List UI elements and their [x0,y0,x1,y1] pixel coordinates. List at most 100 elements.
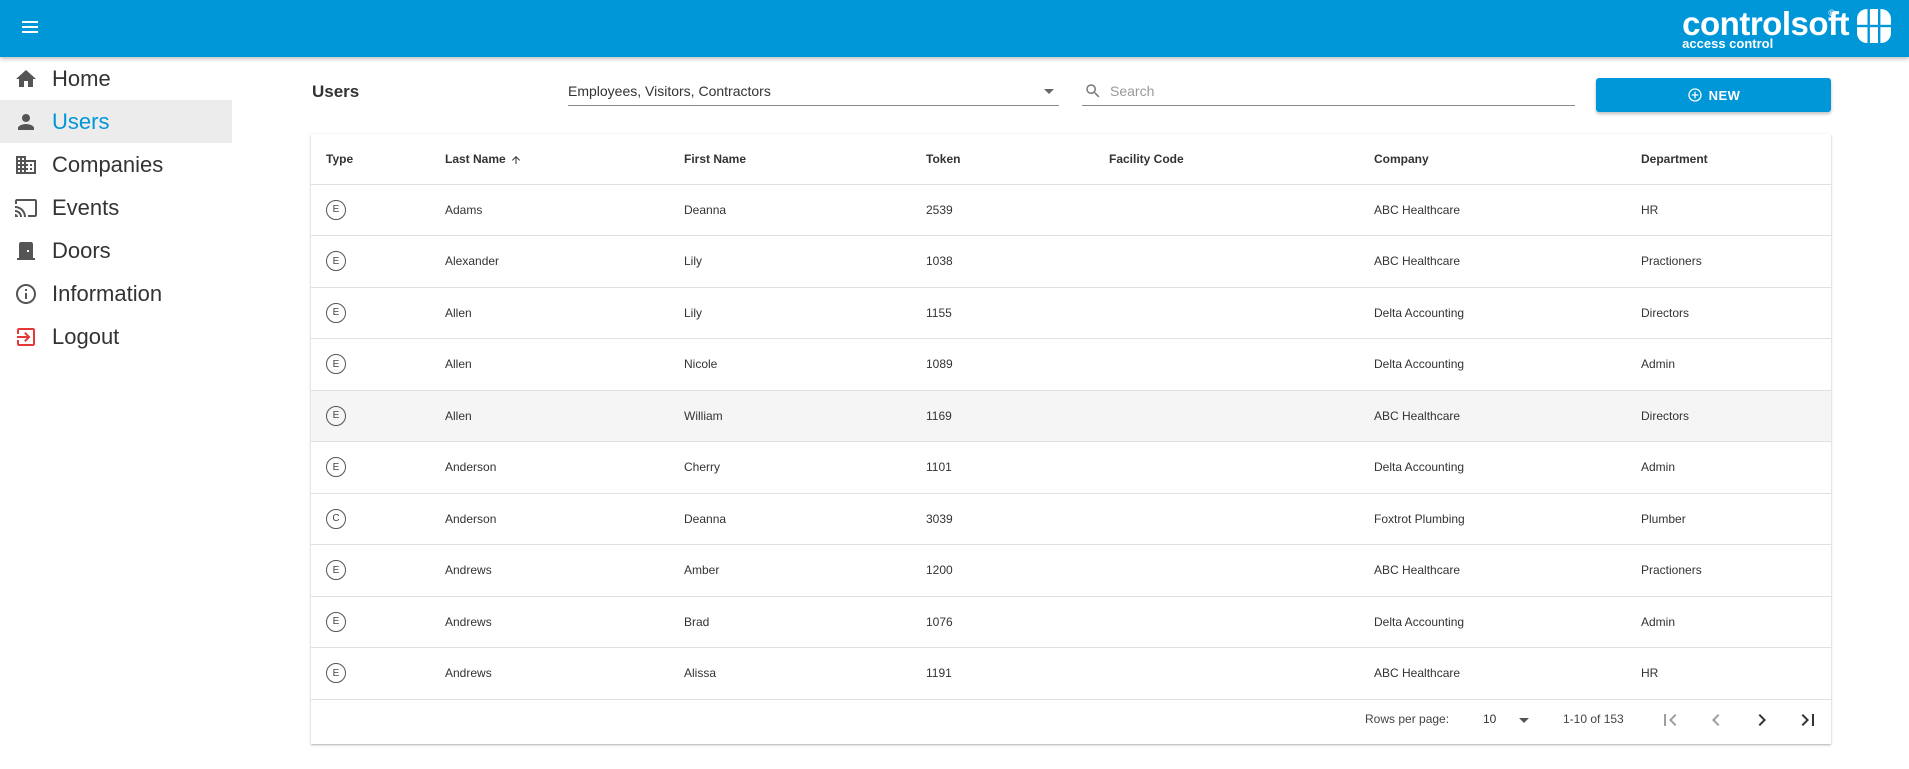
building-icon [16,156,36,174]
sidebar-item-label: Doors [52,237,111,263]
arrow-up-sort-icon [511,155,520,164]
logout-icon [17,328,35,346]
new-user-button[interactable]: NEW [1596,78,1831,112]
previous-page-button[interactable] [1704,708,1728,732]
brand-tagline: access control [1682,36,1774,51]
user-type-filter-select[interactable]: Employees, Visitors, Contractors [568,78,1059,106]
table-cell: 1076 [926,596,1109,648]
column-header-department[interactable]: Department [1641,134,1831,185]
table-cell: E [311,235,445,288]
type-badge: E [326,199,346,220]
table-cell: Delta Accounting [1374,287,1641,339]
top-app-bar: controlsoft access control ® [0,0,1909,57]
table-cell: Anderson [445,493,684,545]
home-icon [16,70,36,87]
sidebar-item-home[interactable]: Home [0,57,232,100]
cell-token: 1076 [926,614,953,629]
table-cell: 1191 [926,647,1109,700]
table-cell: E [311,338,445,391]
cell-department: Admin [1641,614,1676,629]
table-cell: Deanna [684,184,926,236]
table-cell: Plumber [1641,493,1831,545]
cell-first-name: Nicole [684,357,718,372]
filter-value: Employees, Visitors, Contractors [568,83,771,99]
column-header-token[interactable]: Token [926,134,1109,185]
table-row[interactable]: E Allen Lily 1155 Delta Accounting Directors [311,287,1831,339]
last-page-button[interactable] [1796,708,1820,732]
table-cell: Cherry [684,441,926,494]
rows-per-page-select[interactable]: 10 [1483,708,1531,730]
table-cell: Alissa [684,647,926,700]
table-row[interactable]: E Andrews Alissa 1191 ABC Healthcare HR [311,647,1831,700]
table-row[interactable]: E Andrews Brad 1076 Delta Accounting Admin [311,596,1831,648]
cell-company: Delta Accounting [1374,460,1465,475]
column-header-company[interactable]: Company [1374,134,1641,185]
cell-department: HR [1641,202,1659,217]
column-header-label: First Name [684,151,747,166]
cell-last-name: Andrews [445,563,492,578]
cell-department: Practioners [1641,563,1702,578]
sidebar-item-label: Logout [52,323,120,349]
table-cell: Admin [1641,441,1831,494]
type-badge: E [326,405,346,426]
users-table: Type Last Name First Name Token Facility… [311,134,1831,700]
sidebar-item-logout[interactable]: Logout [0,315,232,358]
table-cell [1109,390,1374,442]
table-row[interactable]: E Anderson Cherry 1101 Delta Accounting Admin [311,441,1831,494]
table-cell [1109,596,1374,648]
column-header-last-name[interactable]: Last Name [445,134,684,185]
next-page-button[interactable] [1750,708,1774,732]
table-cell: Andrews [445,544,684,597]
info-icon [16,284,36,304]
registered-mark: ® [1828,8,1835,18]
cell-first-name: Cherry [684,460,721,475]
page-title: Users [312,82,360,101]
table-row[interactable]: C Anderson Deanna 3039 Foxtrot Plumbing Plumb… [311,493,1831,545]
table-cell: E [311,390,445,442]
type-badge: E [326,302,346,323]
table-cell [1109,287,1374,339]
cell-department: Directors [1641,408,1690,423]
table-cell: ABC Healthcare [1374,390,1641,442]
cell-first-name: Brad [684,614,710,629]
cell-token: 1101 [926,460,952,475]
sidebar-item-users[interactable]: Users [0,100,232,143]
table-cell: Andrews [445,596,684,648]
pagination-range: 1-10 of 153 [1563,712,1624,726]
cell-last-name: Andrews [445,666,492,681]
rows-per-page-label: Rows per page: [1365,712,1450,726]
brand-logo: controlsoft access control ® [1682,6,1891,52]
first-page-button[interactable] [1658,708,1682,732]
cell-company: ABC Healthcare [1374,202,1461,217]
column-header-type[interactable]: Type [311,134,445,185]
first-page-icon [1664,714,1677,726]
table-row[interactable]: E Alexander Lily 1038 ABC Healthcare Praction… [311,235,1831,288]
table-row[interactable]: E Allen William 1169 ABC Healthcare Directors [311,390,1831,442]
table-cell: Delta Accounting [1374,596,1641,648]
cell-token: 1155 [926,305,952,320]
table-row[interactable]: E Andrews Amber 1200 ABC Healthcare Practione… [311,544,1831,597]
table-row[interactable]: E Allen Nicole 1089 Delta Accounting Admin [311,338,1831,391]
column-header-first-name[interactable]: First Name [684,134,926,185]
sidebar-item-events[interactable]: Events [0,186,232,229]
type-badge: E [326,611,346,632]
sidebar-item-information[interactable]: Information [0,272,232,315]
sidebar-item-companies[interactable]: Companies [0,143,232,186]
table-cell [1109,441,1374,494]
cell-department: Plumber [1641,511,1686,526]
sidebar-item-doors[interactable]: Doors [0,229,232,272]
cell-department: Directors [1641,305,1690,320]
chevron-down-icon [1519,718,1529,723]
cell-last-name: Allen [445,305,472,320]
table-cell: ABC Healthcare [1374,544,1641,597]
table-cell: Admin [1641,596,1831,648]
table-cell: E [311,596,445,648]
hamburger-menu-icon[interactable] [19,18,43,38]
table-cell: Delta Accounting [1374,338,1641,391]
table-cell: Nicole [684,338,926,391]
column-header-facility-code[interactable]: Facility Code [1109,134,1374,185]
search-input[interactable] [1110,81,1570,101]
cell-last-name: Anderson [445,511,497,526]
table-row[interactable]: E Adams Deanna 2539 ABC Healthcare HR [311,184,1831,236]
cell-token: 1089 [926,357,953,372]
